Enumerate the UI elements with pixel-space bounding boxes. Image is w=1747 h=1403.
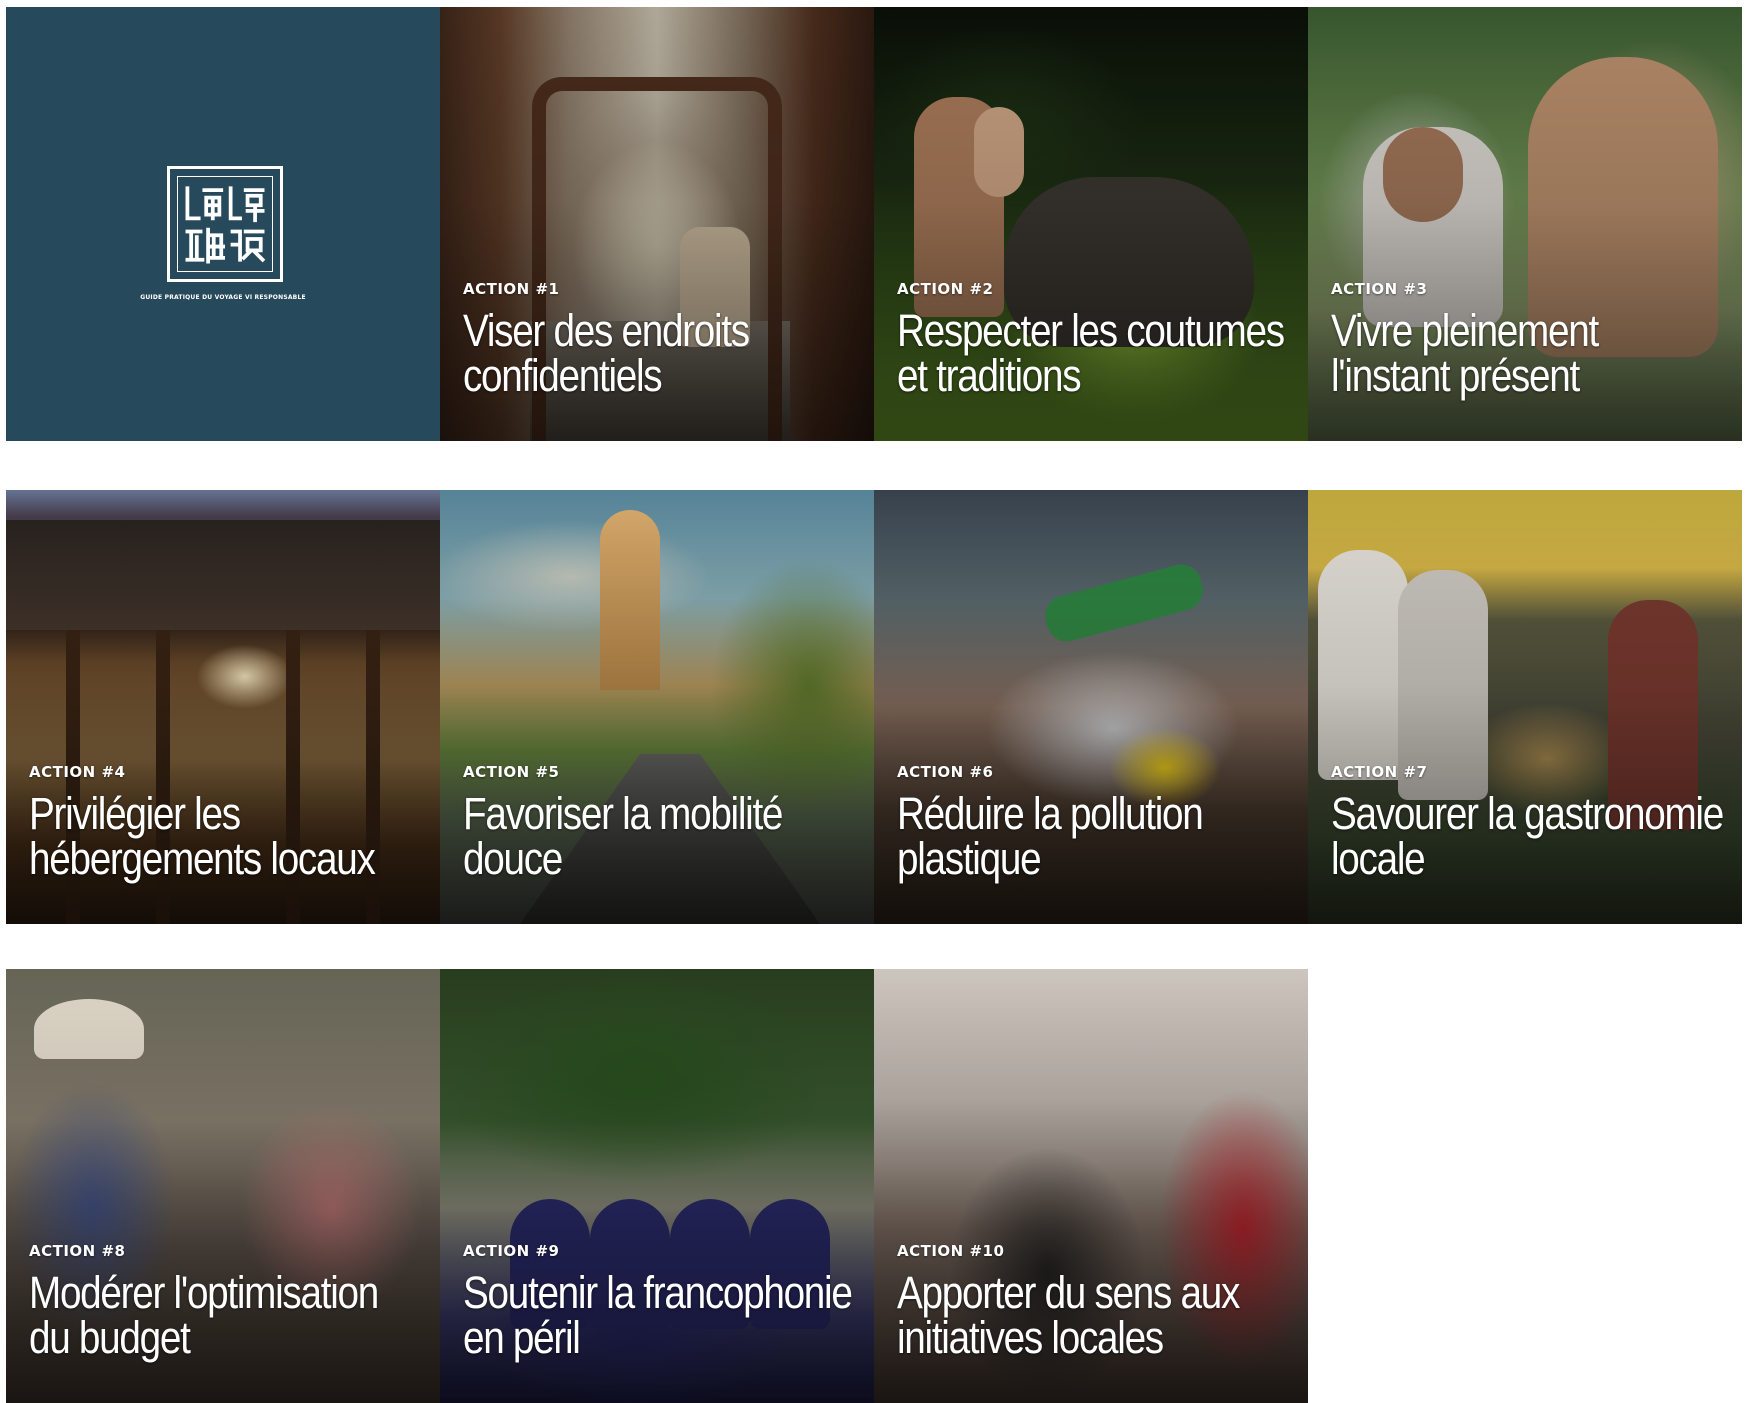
action-8-title[interactable]: Modérer l'optimisation du budget [29, 1270, 423, 1360]
action-9-kicker: ACTION #9 [463, 1242, 560, 1260]
action-card-4[interactable]: ACTION #4 Privilégier les hébergements l… [6, 490, 440, 924]
action-8-kicker: ACTION #8 [29, 1242, 126, 1260]
action-1-title[interactable]: Viser des endroits confidentiels [463, 308, 857, 398]
action-card-7[interactable]: ACTION #7 Savourer la gastronomie locale [1308, 490, 1742, 924]
action-6-kicker: ACTION #6 [897, 763, 994, 781]
action-1-kicker: ACTION #1 [463, 280, 560, 298]
action-9-title[interactable]: Soutenir la francophonie en péril [463, 1270, 857, 1360]
action-card-10[interactable]: ACTION #10 Apporter du sens aux initiati… [874, 969, 1308, 1403]
action-6-title[interactable]: Réduire la pollution plastique [897, 791, 1291, 881]
grid-row-2: ACTION #4 Privilégier les hébergements l… [6, 490, 1742, 924]
action-card-9[interactable]: ACTION #9 Soutenir la francophonie en pé… [440, 969, 874, 1403]
action-4-title[interactable]: Privilégier les hébergements locaux [29, 791, 423, 881]
action-7-title[interactable]: Savourer la gastronomie locale [1331, 791, 1725, 881]
action-10-title[interactable]: Apporter du sens aux initiatives locales [897, 1270, 1291, 1360]
action-card-8[interactable]: ACTION #8 Modérer l'optimisation du budg… [6, 969, 440, 1403]
grid-row-3: ACTION #8 Modérer l'optimisation du budg… [6, 969, 1308, 1403]
action-card-5[interactable]: ACTION #5 Favoriser la mobilité douce [440, 490, 874, 924]
action-5-kicker: ACTION #5 [463, 763, 560, 781]
action-2-title[interactable]: Respecter les coutumes et traditions [897, 308, 1291, 398]
action-card-3[interactable]: ACTION #3 Vivre pleinement l'instant pré… [1308, 7, 1742, 441]
action-3-kicker: ACTION #3 [1331, 280, 1428, 298]
brand-tile[interactable]: GUIDE PRATIQUE DU VOYAGE VI RESPONSABLE [6, 7, 440, 441]
seal-logo-icon [167, 166, 283, 282]
action-4-kicker: ACTION #4 [29, 763, 126, 781]
brand-tagline: GUIDE PRATIQUE DU VOYAGE VI RESPONSABLE [140, 294, 306, 301]
action-card-2[interactable]: ACTION #2 Respecter les coutumes et trad… [874, 7, 1308, 441]
action-7-kicker: ACTION #7 [1331, 763, 1428, 781]
actions-grid: GUIDE PRATIQUE DU VOYAGE VI RESPONSABLE … [6, 7, 1742, 1403]
action-10-kicker: ACTION #10 [897, 1242, 1005, 1260]
grid-row-1: GUIDE PRATIQUE DU VOYAGE VI RESPONSABLE … [6, 7, 1742, 441]
action-2-kicker: ACTION #2 [897, 280, 994, 298]
action-3-title[interactable]: Vivre pleinement l'instant présent [1331, 308, 1725, 398]
action-card-1[interactable]: ACTION #1 Viser des endroits confidentie… [440, 7, 874, 441]
action-5-title[interactable]: Favoriser la mobilité douce [463, 791, 857, 881]
action-card-6[interactable]: ACTION #6 Réduire la pollution plastique [874, 490, 1308, 924]
